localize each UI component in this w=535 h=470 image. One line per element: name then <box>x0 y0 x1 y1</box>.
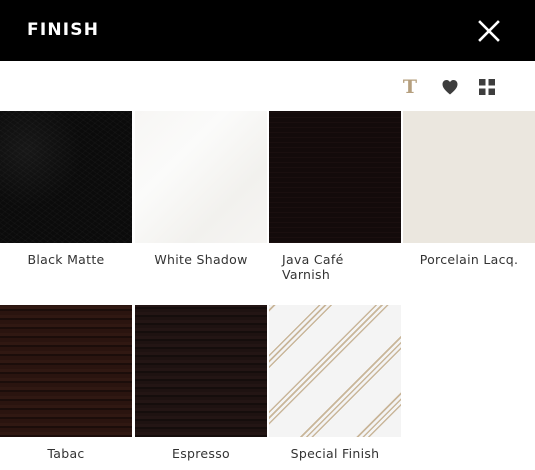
modal-header: FINISH <box>0 0 535 61</box>
grid-view-button[interactable] <box>476 76 498 98</box>
finish-grid: Black Matte White Shadow Java Café Varni… <box>0 111 535 470</box>
view-toolbar: T <box>0 61 535 111</box>
finish-label: Java Café Varnish <box>282 252 344 282</box>
finish-label: Special Finish <box>290 446 380 461</box>
text-view-button[interactable]: T <box>399 76 421 98</box>
finish-label: Black Matte <box>27 252 105 267</box>
finish-swatch <box>403 111 535 243</box>
favorites-button[interactable] <box>439 76 461 98</box>
finish-tile-black-matte[interactable]: Black Matte <box>0 111 132 267</box>
grid-icon <box>479 79 495 95</box>
finish-swatch <box>135 305 267 437</box>
finish-tile-espresso[interactable]: Espresso <box>135 305 267 461</box>
close-icon <box>478 20 500 42</box>
close-button[interactable] <box>474 16 504 46</box>
finish-tile-tabac[interactable]: Tabac <box>0 305 132 461</box>
finish-swatch <box>0 111 132 243</box>
finish-swatch <box>0 305 132 437</box>
finish-swatch <box>135 111 267 243</box>
finish-label: Porcelain Lacq. <box>419 252 519 267</box>
text-icon: T <box>402 76 418 98</box>
finish-swatch <box>269 305 401 437</box>
finish-label: White Shadow <box>154 252 248 267</box>
finish-tile-special-finish[interactable]: Special Finish <box>269 305 401 461</box>
finish-label: Espresso <box>172 446 230 461</box>
finish-tile-white-shadow[interactable]: White Shadow <box>135 111 267 267</box>
finish-swatch <box>269 111 401 243</box>
finish-tile-java-cafe-varnish[interactable]: Java Café Varnish <box>269 111 401 282</box>
heart-icon <box>442 80 458 95</box>
finish-tile-porcelain-lacq[interactable]: Porcelain Lacq. <box>403 111 535 267</box>
finish-label: Tabac <box>47 446 85 461</box>
modal-title: FINISH <box>27 20 100 40</box>
